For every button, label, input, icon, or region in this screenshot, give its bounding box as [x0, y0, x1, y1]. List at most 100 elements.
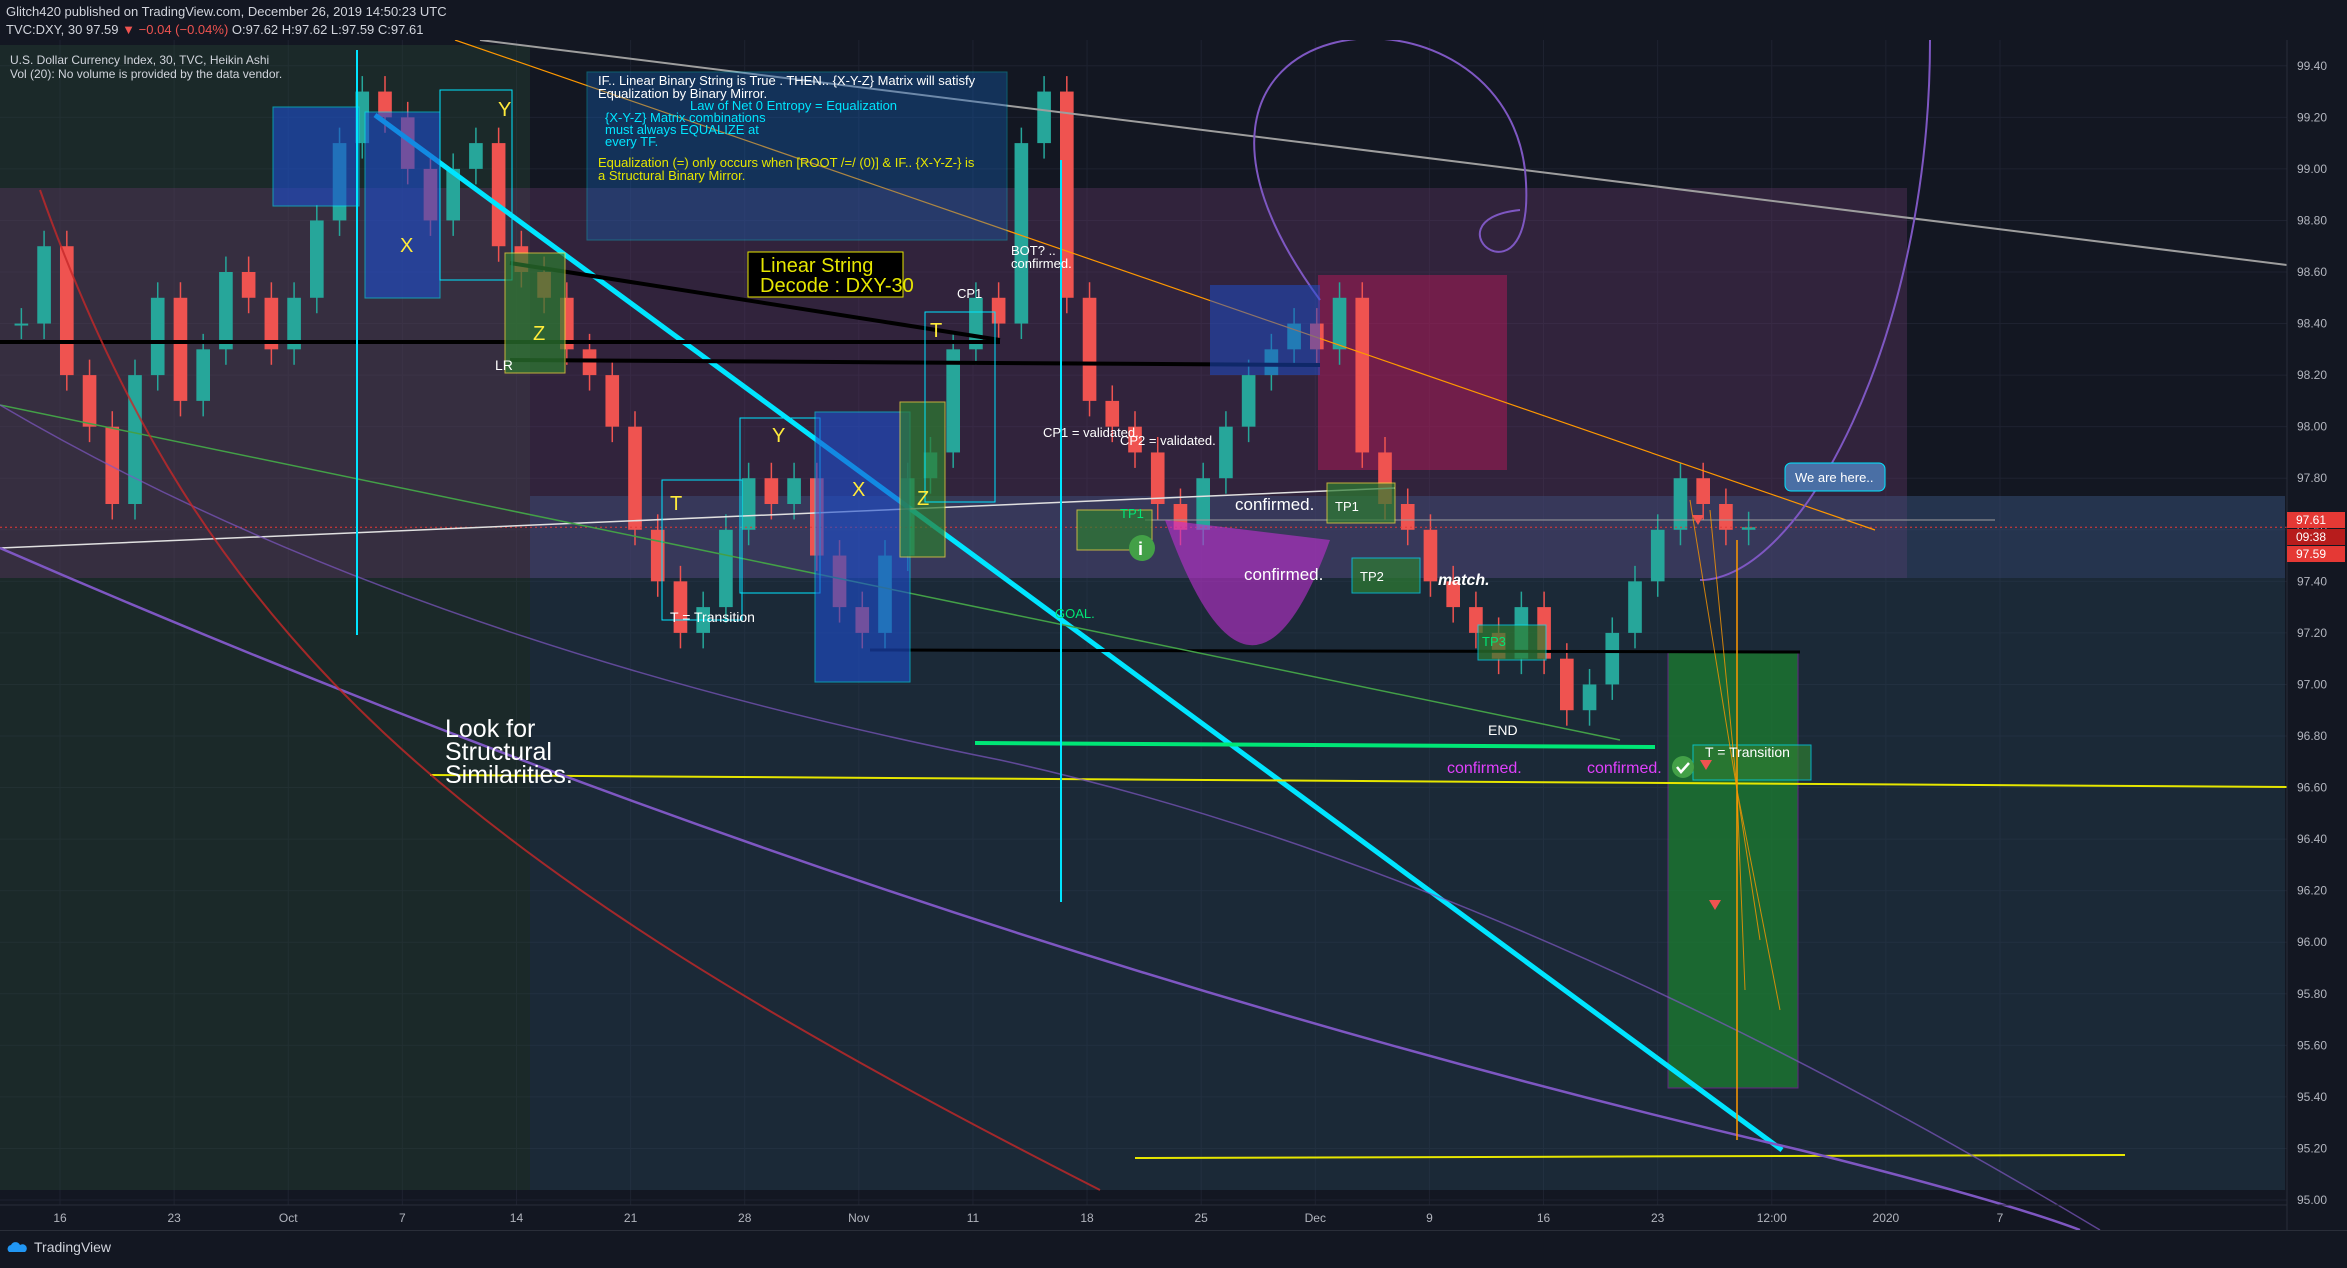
candle-body — [1355, 297, 1370, 453]
transition-left-label: T = Transition — [670, 609, 755, 625]
candle-body — [14, 323, 29, 326]
candle-body — [1582, 684, 1597, 711]
x-tick-label: 18 — [1080, 1211, 1094, 1225]
y-tick-label: 97.20 — [2297, 626, 2327, 640]
y-tick-label: 95.20 — [2297, 1141, 2327, 1155]
candle-body — [196, 349, 210, 401]
linear-string-line-0: Linear String — [760, 255, 873, 277]
candle-body — [1696, 478, 1710, 504]
y-tick-label: 97.00 — [2297, 677, 2327, 691]
symbol-label: TVC:DXY, 30 — [6, 22, 83, 37]
z-label-1: Z — [533, 323, 545, 345]
y-tick-label: 96.80 — [2297, 729, 2327, 743]
x-tick-label: 23 — [1651, 1211, 1665, 1225]
y-tick-label: 99.20 — [2297, 110, 2327, 124]
x-tick-label: 25 — [1194, 1211, 1208, 1225]
close-price-text: 97.59 — [2296, 547, 2326, 561]
y-tick-label: 98.00 — [2297, 420, 2327, 434]
confirmed-label-2: confirmed. — [1244, 565, 1323, 584]
candle-body — [150, 297, 165, 376]
y-tick-label: 96.40 — [2297, 832, 2327, 846]
info-icon-glyph: i — [1138, 539, 1143, 559]
candle-body — [1650, 529, 1665, 582]
legend-title: U.S. Dollar Currency Index, 30, TVC, Hei… — [10, 53, 269, 67]
candle-body — [946, 349, 960, 453]
y-tick-label: 96.20 — [2297, 884, 2327, 898]
look-for-line-2: Similarities. — [445, 761, 573, 789]
y-label-2: Y — [772, 425, 785, 447]
candle-body — [719, 529, 733, 608]
y-label-1: Y — [498, 99, 511, 121]
y-tick-label: 95.00 — [2297, 1193, 2327, 1207]
blue-box-4 — [1210, 285, 1320, 375]
candle-body — [1400, 504, 1415, 530]
bot-confirmed-label: confirmed. — [1011, 256, 1072, 271]
tp1-right-label: TP1 — [1335, 499, 1359, 514]
candle-body — [1741, 527, 1756, 530]
y-tick-label: 99.40 — [2297, 59, 2327, 73]
green-box-1 — [504, 252, 566, 374]
candle-body — [60, 246, 74, 376]
x-tick-label: 9 — [1426, 1211, 1433, 1225]
candle-body — [37, 246, 51, 324]
candle-body — [764, 478, 779, 504]
candle-body — [1719, 504, 1733, 530]
candle-body — [628, 426, 642, 530]
confirmed-label-3: confirmed. — [1447, 760, 1522, 777]
validated-label-2: CP2 = validated. — [1120, 433, 1216, 448]
x-tick-label: 16 — [53, 1211, 67, 1225]
candle-body — [469, 143, 483, 169]
tradingview-logo[interactable]: TradingView — [6, 1239, 111, 1255]
end-label: END — [1488, 722, 1518, 738]
matrix-line-7: a Structural Binary Mirror. — [598, 168, 745, 183]
footer: TradingView — [0, 1230, 2347, 1268]
x-tick-label: Nov — [848, 1211, 869, 1225]
y-tick-label: 95.80 — [2297, 987, 2327, 1001]
candle-body — [105, 426, 120, 504]
t-label-1: T — [670, 493, 682, 515]
x-tick-label: 23 — [167, 1211, 181, 1225]
candle-body — [1241, 375, 1256, 427]
black-level-line-3 — [869, 648, 1801, 654]
y-tick-label: 97.40 — [2297, 574, 2327, 588]
price-chart[interactable]: U.S. Dollar Currency Index, 30, TVC, Hei… — [0, 40, 2347, 1230]
publish-header: Glitch420 published on TradingView.com, … — [0, 0, 2347, 40]
candle-body — [1560, 658, 1574, 711]
x-tick-label: 11 — [967, 1211, 980, 1225]
tp2-label: TP2 — [1360, 569, 1384, 584]
x-label-1: X — [400, 235, 413, 257]
we-are-here-label: We are here.. — [1795, 470, 1874, 485]
candle-body — [310, 220, 324, 298]
linear-string-line-1: Decode : DXY-30 — [760, 275, 914, 297]
y-tick-label: 95.60 — [2297, 1038, 2327, 1052]
candle-body — [1196, 478, 1210, 530]
last-price: 97.59 — [85, 22, 119, 37]
ohlc-values: O:97.62 H:97.62 L:97.59 C:97.61 — [231, 22, 424, 37]
x-tick-label: 7 — [399, 1211, 406, 1225]
candle-body — [1105, 400, 1120, 427]
x-tick-label: 28 — [738, 1211, 752, 1225]
price-axis[interactable]: 95.00 95.20 95.40 95.60 95.80 96.00 96.20 96.40… — [2286, 40, 2347, 1230]
symbol-line: TVC:DXY, 30 97.59 ▼ −0.04 (−0.04%) O:97.… — [6, 22, 423, 37]
candle-body — [1673, 478, 1688, 530]
confirmed-label-4: confirmed. — [1587, 760, 1662, 777]
y-tick-label: 98.60 — [2297, 265, 2327, 279]
y-tick-label: 95.40 — [2297, 1090, 2327, 1104]
x-tick-label: 21 — [624, 1211, 638, 1225]
publisher-text: Glitch420 published on TradingView.com, … — [6, 4, 447, 19]
x-tick-label: 7 — [1997, 1211, 2004, 1225]
legend-volume-note: Vol (20): No volume is provided by the d… — [10, 67, 282, 81]
candle-body — [1423, 529, 1438, 582]
y-tick-label: 98.20 — [2297, 368, 2327, 382]
candle-body — [1605, 632, 1620, 685]
x-tick-label: Oct — [279, 1211, 298, 1225]
publisher-line: Glitch420 published on TradingView.com, … — [6, 4, 447, 19]
candle-body — [241, 272, 256, 298]
candle-body — [741, 478, 756, 530]
price-tags: 97.61 09:38 97.59 — [2287, 512, 2345, 562]
candle-body — [1150, 452, 1165, 504]
candle-body — [128, 375, 142, 504]
candle-body — [82, 375, 97, 427]
cp1-label: CP1 — [957, 286, 982, 301]
x-tick-label: 16 — [1537, 1211, 1551, 1225]
